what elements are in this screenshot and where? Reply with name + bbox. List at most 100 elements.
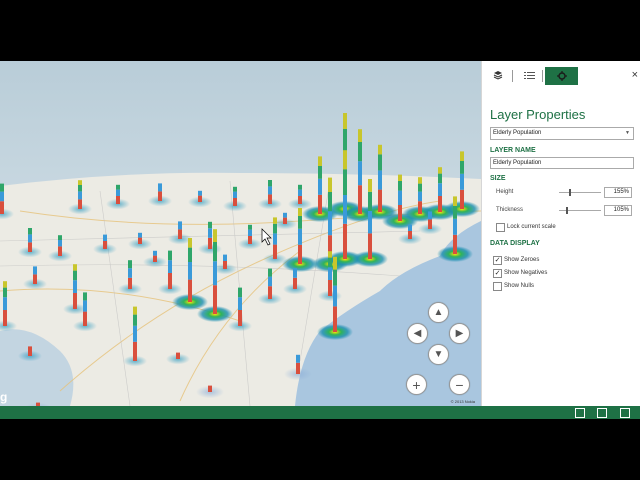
data-column-segment[interactable]: [268, 268, 272, 277]
data-column-segment[interactable]: [460, 173, 464, 190]
data-column-segment[interactable]: [188, 262, 192, 280]
data-column-segment[interactable]: [408, 224, 412, 231]
data-column-segment[interactable]: [208, 237, 212, 249]
data-column-segment[interactable]: [368, 179, 372, 192]
data-column-segment[interactable]: [368, 211, 372, 234]
data-column-segment[interactable]: [208, 385, 212, 392]
data-column-segment[interactable]: [453, 218, 457, 235]
data-column-segment[interactable]: [378, 170, 382, 190]
data-column-segment[interactable]: [318, 178, 322, 195]
data-column-segment[interactable]: [133, 306, 137, 315]
data-column-segment[interactable]: [223, 254, 227, 261]
data-column-segment[interactable]: [273, 244, 277, 259]
data-column-segment[interactable]: [333, 269, 337, 286]
data-column-segment[interactable]: [138, 237, 142, 244]
data-column-segment[interactable]: [128, 260, 132, 269]
data-column-segment[interactable]: [238, 287, 242, 298]
data-column-segment[interactable]: [248, 236, 252, 244]
data-column-segment[interactable]: [398, 205, 402, 221]
data-column-segment[interactable]: [273, 223, 277, 234]
tilt-up-button[interactable]: ▲: [428, 302, 449, 323]
data-column-segment[interactable]: [298, 189, 302, 196]
data-column-segment[interactable]: [188, 279, 192, 302]
data-column-segment[interactable]: [78, 199, 82, 209]
data-column-segment[interactable]: [0, 191, 4, 202]
data-column-segment[interactable]: [298, 228, 302, 245]
data-column-segment[interactable]: [168, 260, 172, 273]
thickness-slider-thumb[interactable]: [566, 207, 568, 214]
data-column-segment[interactable]: [283, 217, 287, 224]
data-column-segment[interactable]: [3, 310, 7, 326]
data-column-segment[interactable]: [438, 167, 442, 174]
data-column-segment[interactable]: [428, 211, 432, 220]
data-column-segment[interactable]: [248, 224, 252, 230]
data-column-segment[interactable]: [73, 270, 77, 281]
data-column-segment[interactable]: [33, 266, 37, 275]
data-column-segment[interactable]: [268, 194, 272, 204]
data-column-segment[interactable]: [176, 352, 180, 359]
data-column-segment[interactable]: [78, 185, 82, 192]
data-column-segment[interactable]: [213, 242, 217, 262]
show-nulls-checkbox[interactable]: [493, 282, 502, 291]
show-zeroes-checkbox[interactable]: ✓: [493, 256, 502, 265]
thickness-value-input[interactable]: 105%: [604, 205, 632, 216]
data-column-segment[interactable]: [438, 183, 442, 196]
height-slider[interactable]: [559, 189, 601, 196]
data-column-segment[interactable]: [428, 219, 432, 229]
data-column-segment[interactable]: [268, 286, 272, 299]
data-column-segment[interactable]: [398, 181, 402, 191]
data-column-segment[interactable]: [318, 156, 322, 166]
data-column-segment[interactable]: [298, 208, 302, 216]
data-column-segment[interactable]: [103, 241, 107, 249]
data-column-segment[interactable]: [333, 256, 337, 270]
data-column-segment[interactable]: [328, 251, 332, 258]
data-column-segment[interactable]: [293, 277, 297, 289]
thickness-slider[interactable]: [559, 207, 601, 214]
data-column-segment[interactable]: [453, 196, 457, 206]
data-column-segment[interactable]: [298, 184, 302, 190]
data-column-segment[interactable]: [268, 186, 272, 195]
data-column-segment[interactable]: [238, 297, 242, 310]
data-column-segment[interactable]: [318, 166, 322, 179]
data-column-segment[interactable]: [83, 311, 87, 326]
data-column-segment[interactable]: [78, 180, 82, 185]
data-column-segment[interactable]: [133, 314, 137, 326]
data-column-segment[interactable]: [158, 183, 162, 192]
data-column-segment[interactable]: [28, 242, 32, 252]
data-column-segment[interactable]: [333, 306, 337, 332]
fit-icon[interactable]: [597, 408, 607, 418]
data-column-segment[interactable]: [328, 280, 332, 296]
data-column-segment[interactable]: [418, 201, 422, 214]
data-column-segment[interactable]: [28, 228, 32, 235]
data-column-segment[interactable]: [0, 183, 4, 192]
data-column-segment[interactable]: [213, 261, 217, 286]
data-column-segment[interactable]: [318, 194, 322, 214]
data-column-segment[interactable]: [333, 285, 337, 307]
data-column-segment[interactable]: [343, 129, 347, 152]
data-column-segment[interactable]: [116, 184, 120, 190]
data-column-segment[interactable]: [453, 206, 457, 219]
data-column-segment[interactable]: [438, 196, 442, 212]
data-column-segment[interactable]: [208, 221, 212, 229]
data-column-segment[interactable]: [358, 142, 362, 162]
data-column-segment[interactable]: [398, 174, 402, 181]
zoom-in-button[interactable]: +: [406, 374, 427, 395]
data-column-segment[interactable]: [223, 261, 227, 269]
data-column-segment[interactable]: [3, 287, 7, 298]
data-column-segment[interactable]: [378, 144, 382, 155]
data-column-segment[interactable]: [188, 238, 192, 248]
data-column-segment[interactable]: [268, 180, 272, 187]
data-column-segment[interactable]: [453, 234, 457, 254]
data-column-segment[interactable]: [418, 191, 422, 202]
data-column-segment[interactable]: [168, 273, 172, 289]
data-column-segment[interactable]: [198, 190, 202, 196]
data-column-segment[interactable]: [133, 325, 137, 342]
data-column-segment[interactable]: [133, 341, 137, 361]
data-column-segment[interactable]: [328, 267, 332, 280]
data-column-segment[interactable]: [213, 285, 217, 314]
data-column-segment[interactable]: [28, 346, 32, 356]
data-column-segment[interactable]: [273, 233, 277, 245]
data-column-segment[interactable]: [153, 255, 157, 262]
data-column-segment[interactable]: [293, 268, 297, 278]
data-column-segment[interactable]: [213, 229, 217, 242]
